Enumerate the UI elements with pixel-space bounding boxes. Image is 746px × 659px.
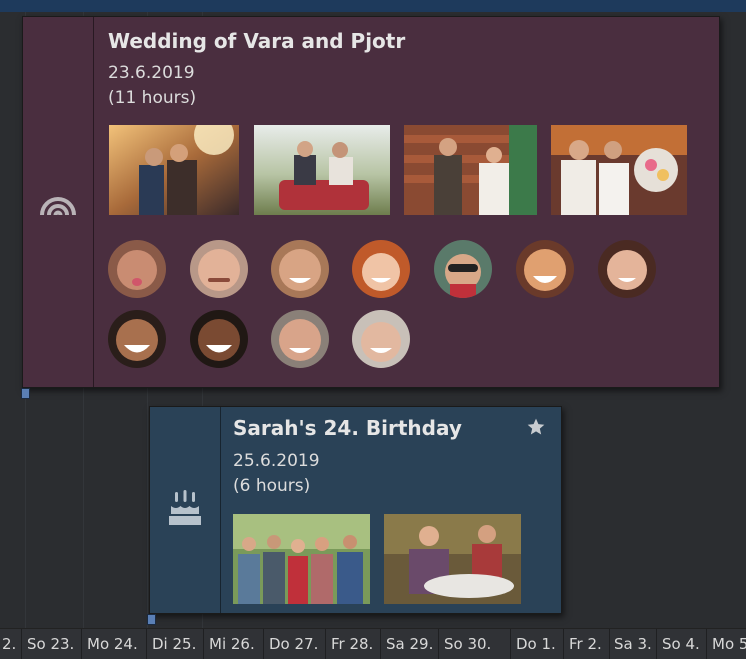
timeline-day[interactable]: So 30. [444, 629, 491, 659]
person-avatar[interactable] [352, 310, 410, 368]
event-photo[interactable] [551, 125, 687, 215]
timeline-day[interactable]: 2. [2, 629, 16, 659]
person-avatar[interactable] [190, 310, 248, 368]
event-start-marker[interactable] [21, 388, 30, 399]
person-avatar[interactable] [434, 240, 492, 298]
event-card-birthday[interactable]: Sarah's 24. Birthday 25.6.2019 (6 hours) [149, 406, 562, 614]
event-card-wedding[interactable]: Wedding of Vara and Pjotr 23.6.2019 (11 … [22, 16, 720, 388]
event-duration: (6 hours) [233, 476, 311, 496]
timeline-day[interactable]: Fr 2. [569, 629, 602, 659]
person-avatar[interactable] [108, 240, 166, 298]
event-photo[interactable] [109, 125, 239, 215]
day-separator [146, 629, 147, 659]
timeline-day[interactable]: Di 25. [152, 629, 196, 659]
person-avatar[interactable] [108, 310, 166, 368]
rainbow-icon [38, 183, 78, 221]
timeline-day[interactable]: Mo 24. [87, 629, 138, 659]
timeline-day[interactable]: Mo 5 [712, 629, 746, 659]
timeline-day-axis: 2. So 23. Mo 24. Di 25. Mi 26. Do 27. Fr… [0, 628, 746, 659]
day-separator [380, 629, 381, 659]
person-avatar[interactable] [271, 310, 329, 368]
timeline-day[interactable]: Fr 28. [331, 629, 373, 659]
day-separator [325, 629, 326, 659]
timeline-day[interactable]: Do 27. [269, 629, 318, 659]
person-avatar[interactable] [352, 240, 410, 298]
event-photo[interactable] [384, 514, 521, 604]
timeline-day[interactable]: Sa 29. [386, 629, 433, 659]
day-separator [21, 629, 22, 659]
top-bar [0, 0, 746, 12]
day-separator [81, 629, 82, 659]
day-separator [510, 629, 511, 659]
person-avatar[interactable] [271, 240, 329, 298]
timeline-day[interactable]: Sa 3. [614, 629, 652, 659]
day-separator [438, 629, 439, 659]
timeline-day[interactable]: So 23. [27, 629, 74, 659]
day-separator [203, 629, 204, 659]
event-category-panel [150, 407, 221, 613]
event-title: Sarah's 24. Birthday [233, 416, 462, 440]
event-start-marker[interactable] [147, 614, 156, 625]
timeline-day[interactable]: Mi 26. [209, 629, 255, 659]
event-duration: (11 hours) [108, 88, 197, 108]
birthday-cake-icon [168, 490, 202, 530]
person-avatar[interactable] [598, 240, 656, 298]
person-avatar[interactable] [190, 240, 248, 298]
day-separator [563, 629, 564, 659]
day-separator [263, 629, 264, 659]
day-separator [609, 629, 610, 659]
star-icon[interactable] [526, 417, 546, 441]
day-separator [656, 629, 657, 659]
event-photo[interactable] [254, 125, 390, 215]
person-avatar[interactable] [516, 240, 574, 298]
event-date: 23.6.2019 [108, 63, 195, 83]
timeline-day[interactable]: So 4. [662, 629, 700, 659]
event-category-panel [23, 17, 94, 387]
event-photo[interactable] [233, 514, 370, 604]
event-date: 25.6.2019 [233, 451, 320, 471]
day-separator [706, 629, 707, 659]
event-photo[interactable] [404, 125, 537, 215]
event-title: Wedding of Vara and Pjotr [108, 29, 406, 53]
timeline-day[interactable]: Do 1. [516, 629, 556, 659]
